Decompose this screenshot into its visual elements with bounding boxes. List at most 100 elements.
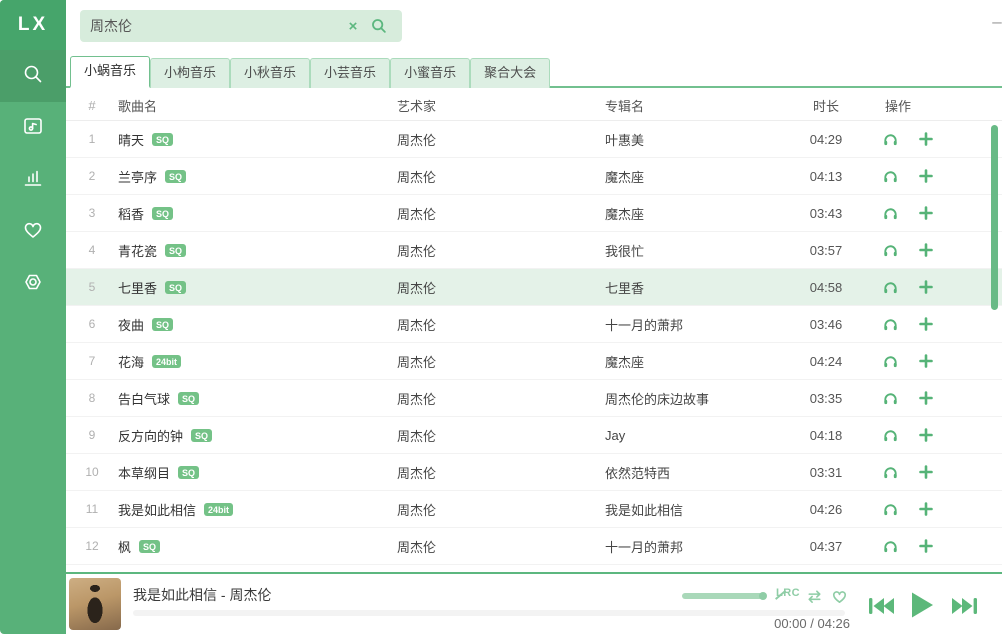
quality-badge: 24bit bbox=[204, 503, 233, 516]
listen-icon[interactable] bbox=[882, 353, 899, 370]
album-art[interactable] bbox=[69, 578, 121, 630]
sidebar-item-search[interactable] bbox=[0, 50, 66, 102]
song-title: 七里香 bbox=[118, 281, 157, 296]
sidebar-item-leaderboard[interactable] bbox=[0, 154, 66, 206]
clear-search-icon[interactable]: × bbox=[340, 18, 366, 35]
add-icon[interactable] bbox=[918, 427, 934, 443]
listen-icon[interactable] bbox=[882, 501, 899, 518]
table-row[interactable]: 4 青花瓷SQ 周杰伦 我很忙 03:57 bbox=[66, 232, 1002, 269]
table-row[interactable]: 5 七里香SQ 周杰伦 七里香 04:58 bbox=[66, 269, 1002, 306]
table-row[interactable]: 7 花海24bit 周杰伦 魔杰座 04:24 bbox=[66, 343, 1002, 380]
song-title-cell: 夜曲SQ bbox=[118, 315, 397, 334]
sidebar-item-settings[interactable] bbox=[0, 258, 66, 310]
song-index: 3 bbox=[66, 206, 118, 220]
add-icon[interactable] bbox=[918, 279, 934, 295]
song-artist: 周杰伦 bbox=[397, 278, 605, 297]
table-row[interactable]: 6 夜曲SQ 周杰伦 十一月的萧邦 03:46 bbox=[66, 306, 1002, 343]
table-row[interactable]: 1 晴天SQ 周杰伦 叶惠美 04:29 bbox=[66, 121, 1002, 158]
song-index: 1 bbox=[66, 132, 118, 146]
tab-source-4[interactable]: 小芸音乐 bbox=[310, 58, 390, 88]
leaderboard-icon bbox=[21, 166, 45, 195]
add-icon[interactable] bbox=[918, 464, 934, 480]
add-icon[interactable] bbox=[918, 205, 934, 221]
minimize-button[interactable]: – bbox=[983, 8, 1002, 36]
table-row[interactable]: 9 反方向的钟SQ 周杰伦 Jay 04:18 bbox=[66, 417, 1002, 454]
song-actions bbox=[851, 168, 1002, 185]
listen-icon[interactable] bbox=[882, 242, 899, 259]
header-duration: 时长 bbox=[801, 96, 851, 115]
play-button[interactable] bbox=[909, 591, 935, 624]
song-title-cell: 稻香SQ bbox=[118, 204, 397, 223]
listen-icon[interactable] bbox=[882, 131, 899, 148]
search-submit-icon[interactable] bbox=[366, 17, 392, 35]
tab-source-5[interactable]: 小蜜音乐 bbox=[390, 58, 470, 88]
song-title: 反方向的钟 bbox=[118, 429, 183, 444]
search-icon bbox=[21, 62, 45, 91]
table-row[interactable]: 12 枫SQ 周杰伦 十一月的萧邦 04:37 bbox=[66, 528, 1002, 565]
song-index: 7 bbox=[66, 354, 118, 368]
song-album: Jay bbox=[605, 428, 801, 443]
table-row[interactable]: 11 我是如此相信24bit 周杰伦 我是如此相信 04:26 bbox=[66, 491, 1002, 528]
add-icon[interactable] bbox=[918, 390, 934, 406]
song-duration: 03:31 bbox=[801, 465, 851, 480]
tab-source-2[interactable]: 小枸音乐 bbox=[150, 58, 230, 88]
listen-icon[interactable] bbox=[882, 390, 899, 407]
quality-badge: SQ bbox=[165, 244, 186, 257]
song-album: 魔杰座 bbox=[605, 167, 801, 186]
desktop-lyrics-icon[interactable]: LRC bbox=[776, 587, 800, 599]
song-title: 枫 bbox=[118, 540, 131, 555]
table-row[interactable]: 2 兰亭序SQ 周杰伦 魔杰座 04:13 bbox=[66, 158, 1002, 195]
listen-icon[interactable] bbox=[882, 538, 899, 555]
listen-icon[interactable] bbox=[882, 464, 899, 481]
play-mode-icon[interactable] bbox=[805, 587, 824, 611]
song-album: 十一月的萧邦 bbox=[605, 537, 801, 556]
sidebar-item-favorites[interactable] bbox=[0, 206, 66, 258]
song-artist: 周杰伦 bbox=[397, 463, 605, 482]
tab-source-6[interactable]: 聚合大会 bbox=[470, 58, 550, 88]
song-artist: 周杰伦 bbox=[397, 167, 605, 186]
listen-icon[interactable] bbox=[882, 279, 899, 296]
table-row[interactable]: 10 本草纲目SQ 周杰伦 依然范特西 03:31 bbox=[66, 454, 1002, 491]
add-icon[interactable] bbox=[918, 168, 934, 184]
tab-source-3[interactable]: 小秋音乐 bbox=[230, 58, 310, 88]
listen-icon[interactable] bbox=[882, 427, 899, 444]
sidebar-item-songlist[interactable] bbox=[0, 102, 66, 154]
search-input[interactable] bbox=[90, 18, 340, 34]
song-title: 本草纲目 bbox=[118, 466, 170, 481]
song-actions bbox=[851, 427, 1002, 444]
song-album: 我很忙 bbox=[605, 241, 801, 260]
song-index: 2 bbox=[66, 169, 118, 183]
table-row[interactable]: 3 稻香SQ 周杰伦 魔杰座 03:43 bbox=[66, 195, 1002, 232]
quality-badge: 24bit bbox=[152, 355, 181, 368]
song-artist: 周杰伦 bbox=[397, 426, 605, 445]
add-icon[interactable] bbox=[918, 242, 934, 258]
song-duration: 04:18 bbox=[801, 428, 851, 443]
add-icon[interactable] bbox=[918, 316, 934, 332]
app-window: LX × bbox=[0, 0, 1002, 634]
song-index: 6 bbox=[66, 317, 118, 331]
tab-source-1[interactable]: 小蜗音乐 bbox=[70, 56, 150, 88]
song-title-cell: 青花瓷SQ bbox=[118, 241, 397, 260]
next-button[interactable] bbox=[948, 596, 978, 621]
add-icon[interactable] bbox=[918, 538, 934, 554]
song-index: 11 bbox=[66, 502, 118, 516]
song-album: 依然范特西 bbox=[605, 463, 801, 482]
song-duration: 03:35 bbox=[801, 391, 851, 406]
table-scrollbar[interactable] bbox=[991, 125, 998, 310]
quality-badge: SQ bbox=[178, 392, 199, 405]
listen-icon[interactable] bbox=[882, 205, 899, 222]
table-row[interactable]: 8 告白气球SQ 周杰伦 周杰伦的床边故事 03:35 bbox=[66, 380, 1002, 417]
song-title-cell: 七里香SQ bbox=[118, 278, 397, 297]
now-playing-title: 我是如此相信 - 周杰伦 bbox=[133, 585, 271, 605]
favorite-icon[interactable] bbox=[830, 587, 849, 611]
previous-button[interactable] bbox=[868, 596, 898, 621]
volume-slider[interactable] bbox=[682, 593, 766, 599]
listen-icon[interactable] bbox=[882, 316, 899, 333]
quality-badge: SQ bbox=[152, 318, 173, 331]
song-actions bbox=[851, 501, 1002, 518]
add-icon[interactable] bbox=[918, 131, 934, 147]
add-icon[interactable] bbox=[918, 353, 934, 369]
song-duration: 04:24 bbox=[801, 354, 851, 369]
listen-icon[interactable] bbox=[882, 168, 899, 185]
add-icon[interactable] bbox=[918, 501, 934, 517]
